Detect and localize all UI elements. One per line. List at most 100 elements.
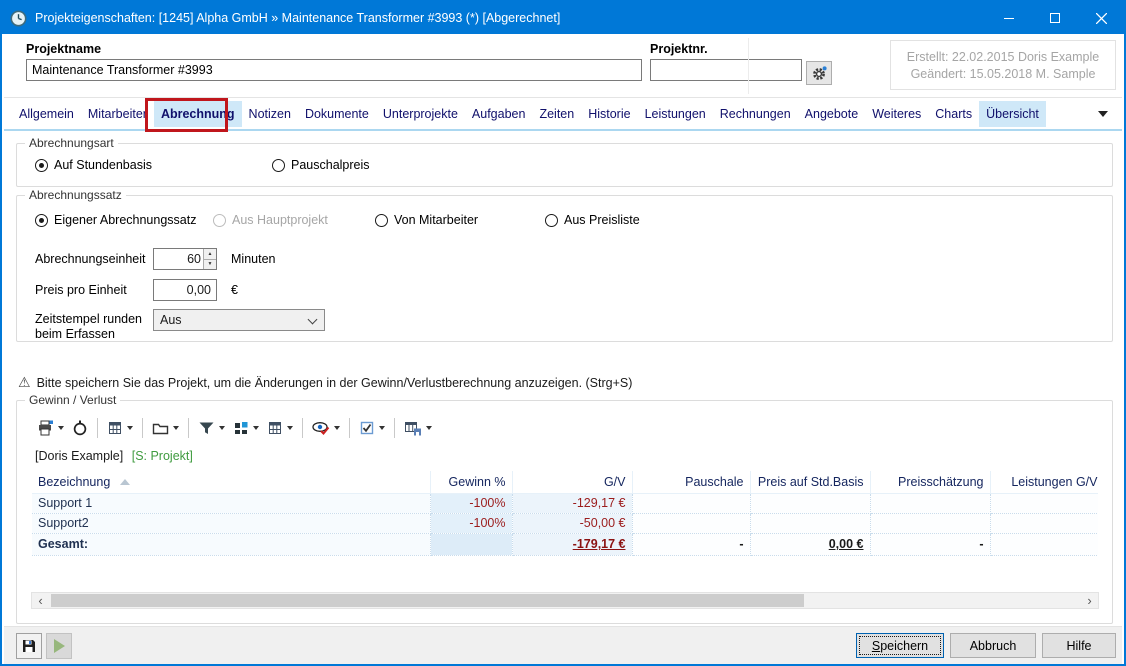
gv-row-gesamt[interactable]: Gesamt: -179,17 € - 0,00 € - xyxy=(32,533,1098,555)
tab-dokumente[interactable]: Dokumente xyxy=(298,101,376,127)
abrechnungssatz-group: Abrechnungssatz Eigener Abrechnungssatz … xyxy=(16,195,1113,342)
dropdown-caret-icon[interactable] xyxy=(287,426,293,430)
hilfe-button[interactable]: Hilfe xyxy=(1042,633,1116,658)
projektnr-label: Projektnr. xyxy=(650,42,802,56)
tab-rechnungen[interactable]: Rechnungen xyxy=(713,101,798,127)
dropdown-caret-icon[interactable] xyxy=(426,426,432,430)
preis-pro-einheit-label: Preis pro Einheit xyxy=(35,283,127,297)
tab-zeiten[interactable]: Zeiten xyxy=(532,101,581,127)
radio-von-mitarbeiter[interactable]: Von Mitarbeiter xyxy=(375,213,545,227)
gv-table-viewport: Bezeichnung Gewinn % G/V Pauschale Preis… xyxy=(32,471,1098,556)
toolbar-separator xyxy=(349,418,350,438)
layout-button[interactable] xyxy=(229,417,263,439)
scroll-left-icon[interactable]: ‹ xyxy=(32,593,49,608)
gv-row-support1[interactable]: Support 1 -100% -129,17 € xyxy=(32,493,1098,513)
open-folder-button[interactable] xyxy=(148,417,183,439)
speichern-button[interactable]: Speichern xyxy=(856,633,944,658)
unit-suffix: Minuten xyxy=(231,252,275,266)
dropdown-caret-icon[interactable] xyxy=(253,426,259,430)
tab-historie[interactable]: Historie xyxy=(581,101,637,127)
run-button[interactable] xyxy=(46,633,72,659)
radio-auf-stundenbasis[interactable]: Auf Stundenbasis xyxy=(35,158,152,172)
dropdown-caret-icon[interactable] xyxy=(379,426,385,430)
refresh-timer-icon xyxy=(72,420,88,436)
tab-notizen[interactable]: Notizen xyxy=(242,101,298,127)
radio-pauschalpreis[interactable]: Pauschalpreis xyxy=(272,158,370,172)
gear-icon xyxy=(811,65,828,82)
dropdown-caret-icon[interactable] xyxy=(127,426,133,430)
projektnr-input[interactable] xyxy=(650,59,802,81)
col-gv[interactable]: G/V xyxy=(512,471,632,493)
abrechnungsart-group: Abrechnungsart Auf Stundenbasis Pauschal… xyxy=(16,143,1113,187)
close-button[interactable] xyxy=(1078,2,1124,34)
options-button[interactable] xyxy=(355,417,389,439)
quick-save-button[interactable] xyxy=(16,633,42,659)
visibility-button[interactable] xyxy=(308,417,344,439)
col-preisschaetzung[interactable]: Preisschätzung xyxy=(870,471,990,493)
tab-bar: Allgemein Mitarbeiter Abrechnung Notizen… xyxy=(4,99,1122,131)
tab-charts[interactable]: Charts xyxy=(928,101,979,127)
col-pauschale[interactable]: Pauschale xyxy=(632,471,750,493)
radio-unselected-icon xyxy=(272,159,285,172)
tab-leistungen[interactable]: Leistungen xyxy=(638,101,713,127)
col-bezeichnung[interactable]: Bezeichnung xyxy=(32,471,430,493)
tab-angebote[interactable]: Angebote xyxy=(798,101,866,127)
abrechnungseinheit-stepper[interactable]: 60 ▲ ▼ xyxy=(153,248,217,270)
dropdown-caret-icon[interactable] xyxy=(219,426,225,430)
dropdown-caret-icon[interactable] xyxy=(173,426,179,430)
projektname-input[interactable] xyxy=(26,59,642,81)
gv-horizontal-scrollbar[interactable]: ‹ › xyxy=(31,592,1099,609)
filter-button[interactable] xyxy=(194,417,229,439)
radio-selected-icon xyxy=(35,214,48,227)
tab-abrechnung[interactable]: Abrechnung xyxy=(154,101,242,127)
window-title: Projekteigenschaften: [1245] Alpha GmbH … xyxy=(35,11,560,25)
col-leistungen-gv[interactable]: Leistungen G/V xyxy=(990,471,1098,493)
tab-uebersicht[interactable]: Übersicht xyxy=(979,101,1046,127)
zeitstempel-runden-dropdown[interactable]: Aus xyxy=(153,309,325,331)
radio-unselected-icon xyxy=(375,214,388,227)
abbruch-button[interactable]: Abbruch xyxy=(950,633,1036,658)
project-number-settings-button[interactable] xyxy=(806,61,832,85)
gv-toolbar xyxy=(33,415,436,441)
radio-selected-icon xyxy=(35,159,48,172)
print-button[interactable] xyxy=(33,417,68,439)
tab-mitarbeiter[interactable]: Mitarbeiter xyxy=(81,101,154,127)
chevron-down-icon xyxy=(308,315,318,325)
price-suffix: € xyxy=(231,283,238,297)
toolbar-separator xyxy=(97,418,98,438)
calc-table-icon xyxy=(107,420,123,436)
zeitstempel-label-line2: beim Erfassen xyxy=(35,327,115,341)
calculation-mode-button[interactable] xyxy=(263,417,297,439)
scope-user: [Doris Example] xyxy=(35,449,123,463)
minimize-button[interactable] xyxy=(986,2,1032,34)
eye-check-icon xyxy=(312,420,330,436)
col-gewinn-pct[interactable]: Gewinn % xyxy=(430,471,512,493)
col-preis-std-basis[interactable]: Preis auf Std.Basis xyxy=(750,471,870,493)
scroll-right-icon[interactable]: › xyxy=(1081,593,1098,608)
tab-unterprojekte[interactable]: Unterprojekte xyxy=(376,101,465,127)
warning-icon: ⚠ xyxy=(18,374,31,391)
tab-aufgaben[interactable]: Aufgaben xyxy=(465,101,533,127)
preis-pro-einheit-input[interactable]: 0,00 xyxy=(153,279,217,301)
dropdown-caret-icon[interactable] xyxy=(58,426,64,430)
scrollbar-thumb[interactable] xyxy=(51,594,804,607)
spin-up-icon[interactable]: ▲ xyxy=(204,249,216,260)
layout-blocks-icon xyxy=(233,420,249,436)
gv-scope-line: [Doris Example] [S: Projekt] xyxy=(35,449,193,463)
calculation-button[interactable] xyxy=(103,417,137,439)
tab-weiteres[interactable]: Weiteres xyxy=(865,101,928,127)
maximize-button[interactable] xyxy=(1032,2,1078,34)
radio-eigener-abrechnungssatz[interactable]: Eigener Abrechnungssatz xyxy=(35,213,213,227)
radio-aus-preisliste[interactable]: Aus Preisliste xyxy=(545,213,640,227)
gv-row-support2[interactable]: Support2 -100% -50,00 € xyxy=(32,513,1098,533)
export-table-button[interactable] xyxy=(400,417,436,439)
spin-down-icon[interactable]: ▼ xyxy=(204,260,216,270)
tab-overflow-chevron-icon[interactable] xyxy=(1098,111,1108,117)
checkbox-options-icon xyxy=(359,420,375,436)
warning-text: Bitte speichern Sie das Projekt, um die … xyxy=(37,376,633,390)
refresh-button[interactable] xyxy=(68,417,92,439)
tab-allgemein[interactable]: Allgemein xyxy=(12,101,81,127)
dropdown-caret-icon[interactable] xyxy=(334,426,340,430)
toolbar-separator xyxy=(302,418,303,438)
scrollbar-track[interactable] xyxy=(49,593,1081,608)
